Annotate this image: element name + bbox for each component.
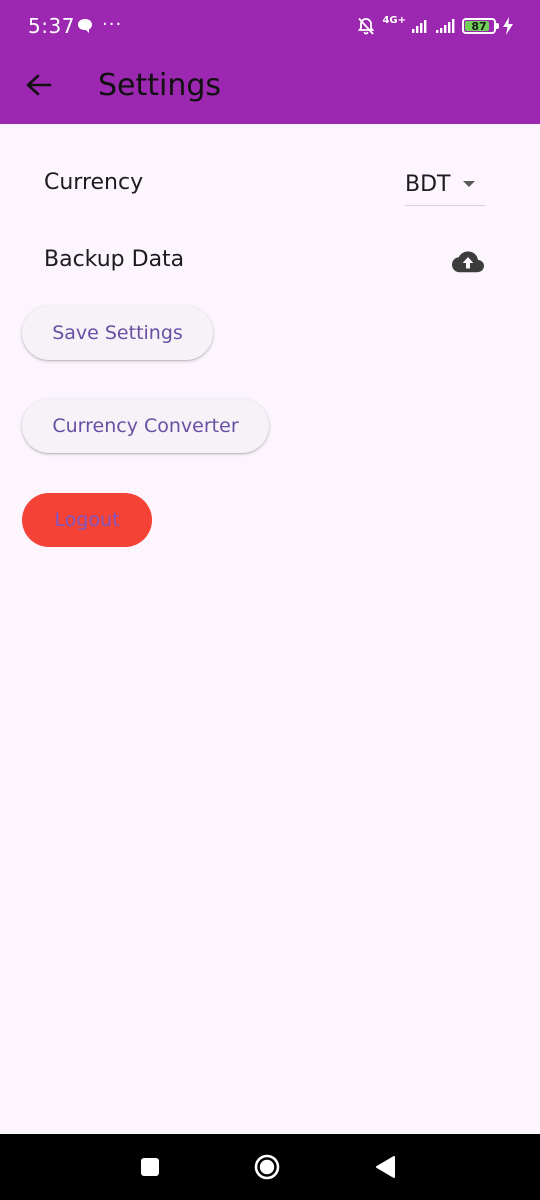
circle-home-icon[interactable] — [254, 1154, 280, 1180]
muted-bell-icon — [358, 17, 375, 35]
page-title: Settings — [98, 68, 222, 103]
more-notifications-icon: ··· — [102, 14, 123, 35]
currency-label: Currency — [44, 170, 144, 195]
arrow-back-icon — [26, 74, 52, 96]
logout-button[interactable]: Logout — [22, 493, 152, 547]
signal-icon-2 — [436, 19, 455, 33]
backup-data-label: Backup Data — [44, 247, 185, 272]
cloud-upload-icon — [452, 251, 484, 273]
status-time: 5:37 — [28, 14, 75, 38]
status-bar: 5:37 ··· 4G+ 87 — [0, 0, 540, 54]
status-icons: 4G+ 87 — [356, 14, 514, 38]
app-bar: 5:37 ··· 4G+ 87 Settings — [0, 0, 540, 124]
currency-dropdown[interactable]: BDT — [405, 166, 485, 206]
currency-selected-value: BDT — [405, 172, 451, 197]
backup-upload-button[interactable] — [448, 244, 488, 280]
charging-bolt-icon — [503, 17, 513, 35]
signal-icon — [412, 20, 427, 33]
system-nav-bar — [0, 1134, 540, 1200]
battery-icon: 87 — [462, 18, 499, 34]
currency-converter-button[interactable]: Currency Converter — [22, 399, 269, 453]
chat-bubble-icon — [78, 19, 92, 33]
triangle-back-icon[interactable] — [374, 1155, 396, 1179]
square-icon[interactable] — [141, 1158, 159, 1176]
save-settings-button[interactable]: Save Settings — [22, 306, 213, 360]
dropdown-arrow-icon — [463, 181, 475, 187]
back-button[interactable] — [20, 66, 58, 104]
battery-level: 87 — [471, 19, 487, 33]
network-type-label: 4G+ — [382, 15, 406, 26]
